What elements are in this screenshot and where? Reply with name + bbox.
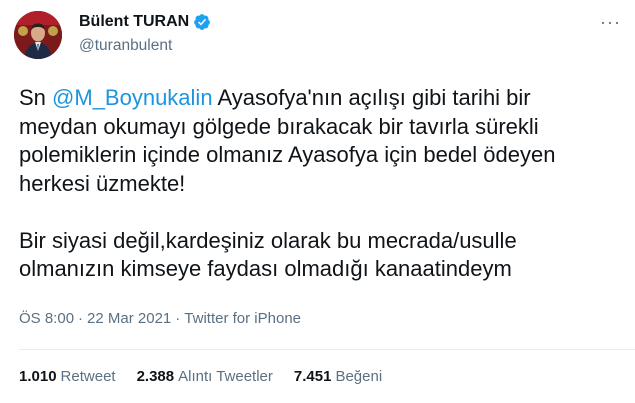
quote-count: 2.388	[136, 368, 175, 385]
tweet-source-link[interactable]: Twitter for iPhone	[184, 310, 301, 327]
retweet-label: Retweet	[60, 368, 116, 385]
profile-photo	[14, 11, 62, 59]
tweet-text-prefix: Sn	[19, 85, 53, 110]
avatar[interactable]	[14, 11, 62, 59]
author-name-row[interactable]: Bülent TURAN	[79, 11, 211, 33]
engagement-stats: 1.010 Retweet 2.388 Alıntı Tweetler 7.451 B…	[19, 368, 382, 385]
divider	[19, 349, 635, 350]
like-label: Beğeni	[335, 368, 383, 385]
tweet-text-segment: Ayasofya'nın açılışı gibi tarihi bir	[212, 85, 531, 110]
tweet-line: polemiklerin içinde olmanız Ayasofya içi…	[19, 142, 556, 167]
verified-badge-icon	[194, 14, 211, 30]
retweet-count: 1.010	[19, 368, 57, 385]
display-name[interactable]: Bülent TURAN	[79, 13, 189, 31]
tweet-meta: ÖS 8:00 · 22 Mar 2021 · Twitter for iPho…	[19, 310, 301, 327]
tweet-line: meydan okumayı gölgede bırakacak bir tav…	[19, 113, 539, 139]
tweet-date[interactable]: 22 Mar 2021	[87, 310, 171, 327]
retweets-stat[interactable]: 1.010 Retweet	[19, 368, 116, 385]
tweet-line: olmanızın kimseye faydası olmadığı kanaa…	[19, 256, 512, 281]
more-options-icon[interactable]: ···	[600, 13, 621, 31]
like-count: 7.451	[293, 368, 332, 385]
author-handle[interactable]: @turanbulent	[79, 37, 172, 55]
tweet-text: Sn @M_Boynukalin Ayasofya'nın açılışı gi…	[19, 84, 619, 284]
likes-stat[interactable]: 7.451 Beğeni	[294, 368, 382, 385]
meta-separator: ·	[78, 310, 84, 327]
tweet-line: herkesi üzmekte!	[19, 170, 186, 196]
tweet-line: Sn @M_Boynukalin Ayasofya'nın açılışı gi…	[19, 84, 619, 113]
quote-label: Alıntı Tweetler	[178, 368, 273, 385]
tweet-line: Bir siyasi değil,kardeşiniz olarak bu me…	[19, 227, 517, 253]
tweet-time[interactable]: ÖS 8:00	[19, 310, 74, 327]
meta-separator: ·	[175, 310, 181, 327]
mention-link[interactable]: @M_Boynukalin	[52, 85, 213, 110]
quote-tweets-stat[interactable]: 2.388 Alıntı Tweetler	[137, 368, 273, 385]
